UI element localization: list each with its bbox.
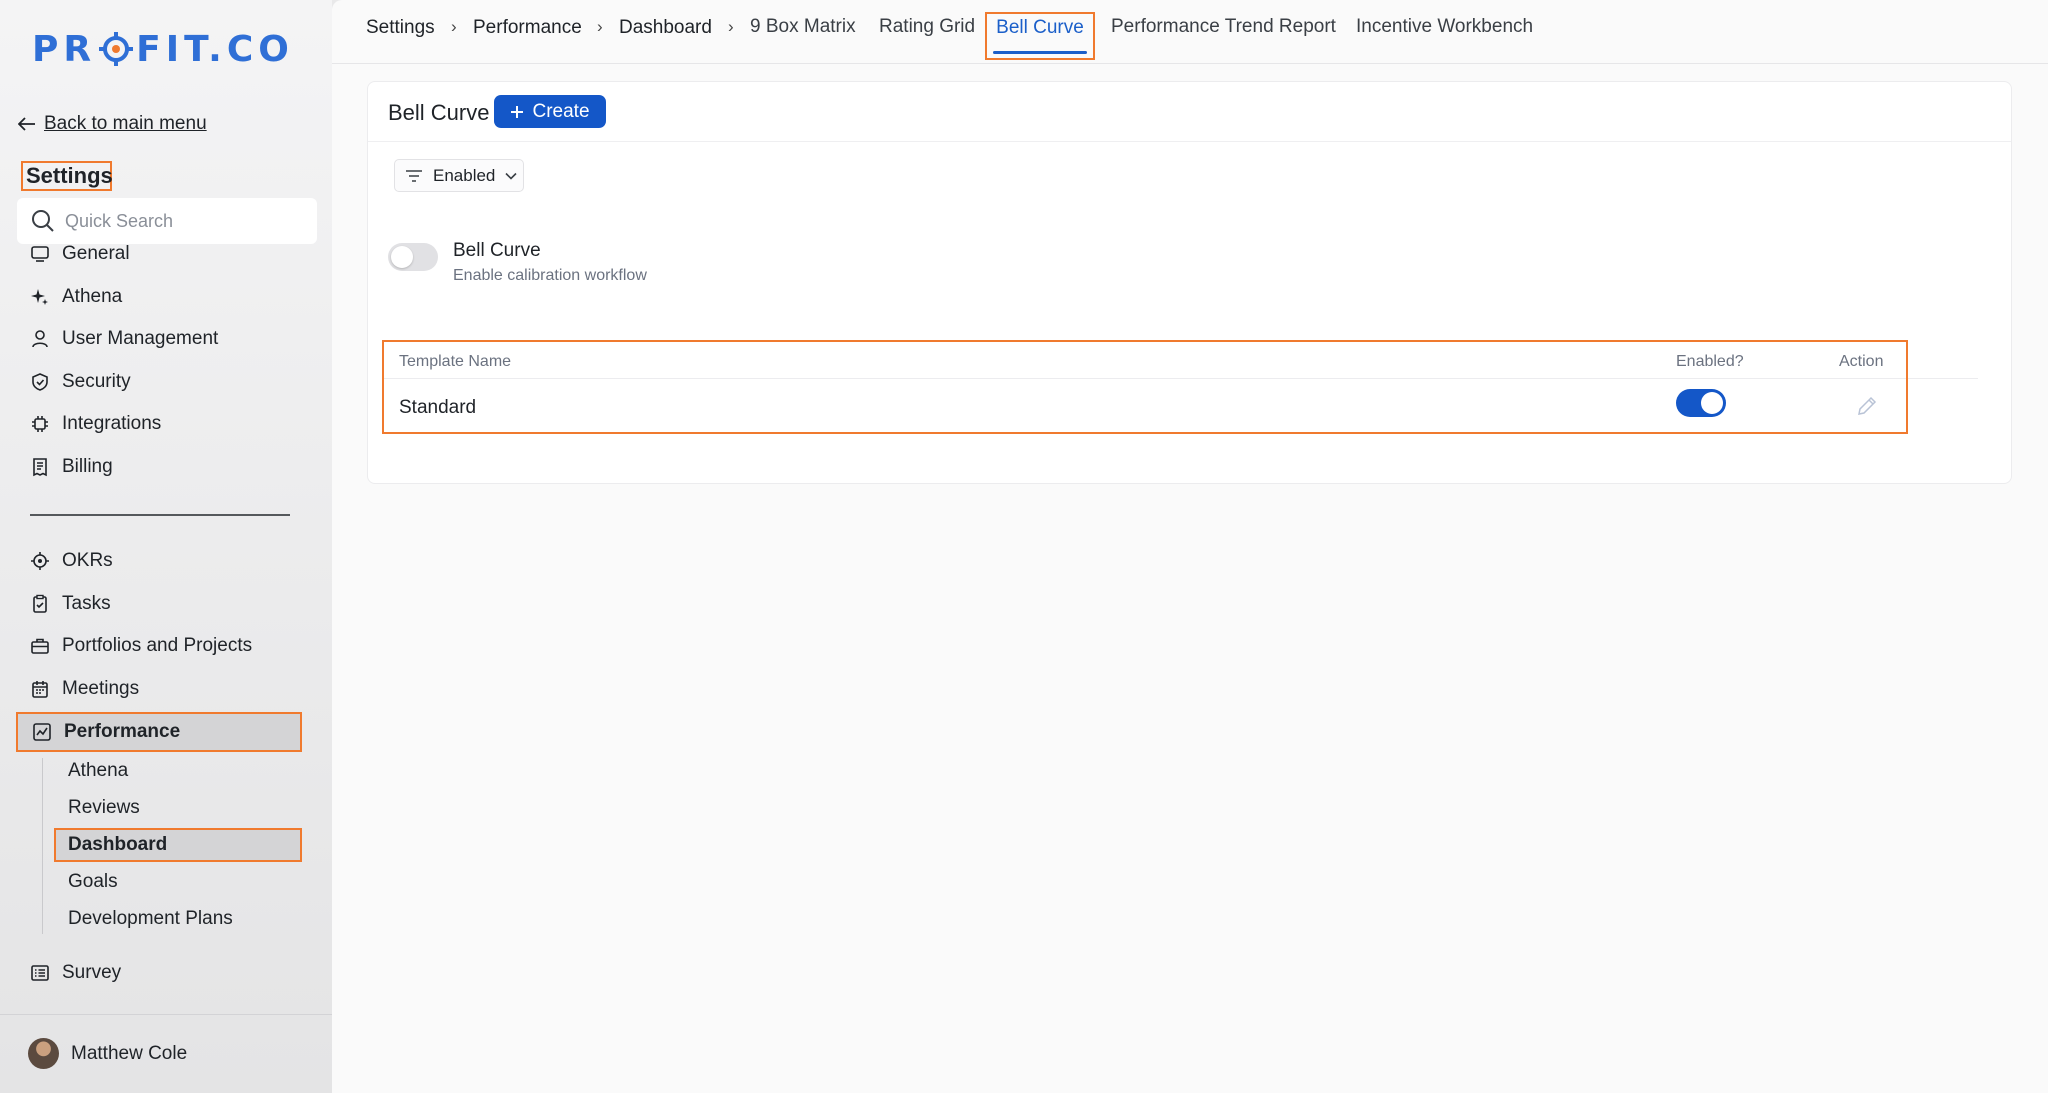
sidebar-item-athena[interactable]: Athena <box>30 283 122 311</box>
calendar-icon <box>32 681 48 698</box>
create-button[interactable]: Create <box>494 95 606 128</box>
avatar <box>28 1038 59 1069</box>
chip-icon <box>32 416 48 432</box>
sidebar-item-label: Billing <box>62 456 113 477</box>
sidebar-subitem-development-plans[interactable]: Development Plans <box>68 906 233 932</box>
sidebar-item-meetings[interactable]: Meetings <box>30 675 139 703</box>
templates-table: Template Name Enabled? Action Standard <box>382 340 1908 434</box>
shield-icon <box>32 373 48 391</box>
sidebar-divider <box>30 514 290 516</box>
breadcrumb-settings[interactable]: Settings <box>366 17 435 39</box>
chart-line-icon <box>33 723 51 741</box>
chevron-down-icon <box>505 172 517 180</box>
card-header: Bell Curve Create <box>368 82 2011 142</box>
sparkle-icon <box>31 289 48 305</box>
briefcase-icon <box>31 638 49 654</box>
sidebar-item-survey[interactable]: Survey <box>30 959 121 987</box>
search-icon <box>32 210 54 232</box>
search-input[interactable] <box>65 210 295 232</box>
list-icon <box>31 965 49 981</box>
sidebar-item-label: Security <box>62 371 131 392</box>
submenu-line <box>42 758 43 934</box>
sidebar-item-portfolios-and-projects[interactable]: Portfolios and Projects <box>30 632 252 660</box>
arrow-left-icon <box>18 117 35 131</box>
sidebar-item-label: Performance <box>64 721 181 742</box>
settings-title: Settings <box>21 161 113 191</box>
user-icon <box>32 330 48 348</box>
column-header-template-name: Template Name <box>399 353 512 370</box>
sidebar-subitem-reviews[interactable]: Reviews <box>68 795 140 821</box>
active-tab-underline <box>993 51 1087 54</box>
edit-pencil-icon[interactable] <box>1855 394 1879 418</box>
back-to-main-menu-link[interactable]: Back to main menu <box>18 113 207 135</box>
template-enabled-toggle[interactable] <box>1676 389 1726 417</box>
sidebar-item-label: Portfolios and Projects <box>62 635 253 656</box>
sidebar-item-label: OKRs <box>62 550 113 571</box>
user-name: Matthew Cole <box>71 1042 188 1064</box>
template-name-cell: Standard <box>399 397 477 418</box>
column-header-action: Action <box>1839 353 1884 370</box>
sidebar-item-label: Integrations <box>62 413 162 434</box>
bell-curve-toggle-description: Enable calibration workflow <box>453 267 647 284</box>
bell-curve-card: Bell Curve Create Enabled Bell Curve Ena… <box>367 81 2012 484</box>
sidebar-item-general[interactable]: General <box>30 240 130 268</box>
quick-search[interactable] <box>17 198 317 244</box>
tab-incentive-workbench[interactable]: Incentive Workbench <box>1356 16 1533 38</box>
tab-bell-curve[interactable]: Bell Curve <box>985 12 1095 60</box>
sidebar-subitem-goals[interactable]: Goals <box>68 869 118 895</box>
plus-icon <box>511 105 524 118</box>
tab-performance-trend-report[interactable]: Performance Trend Report <box>1111 16 1336 38</box>
user-profile[interactable]: Matthew Cole <box>28 1038 187 1069</box>
sidebar-item-label: User Management <box>62 328 219 349</box>
sidebar: PR FIT.CO Back to main menu Settings Gen… <box>0 0 332 1093</box>
breadcrumb-separator: › <box>597 17 603 36</box>
sidebar-subitem-dashboard[interactable]: Dashboard <box>54 828 302 862</box>
main-content: Settings › Performance › Dashboard › 9 B… <box>332 0 2048 1093</box>
tab-9-box-matrix[interactable]: 9 Box Matrix <box>750 16 856 38</box>
filter-label: Enabled <box>433 165 496 185</box>
sidebar-item-label: Athena <box>62 286 123 307</box>
target-icon <box>31 552 49 570</box>
sidebar-item-security[interactable]: Security <box>30 368 131 396</box>
monitor-icon <box>31 246 49 262</box>
column-header-enabled: Enabled? <box>1676 353 1744 370</box>
top-navigation: Settings › Performance › Dashboard › 9 B… <box>332 0 2048 64</box>
create-button-label: Create <box>532 100 590 122</box>
sidebar-item-integrations[interactable]: Integrations <box>30 410 161 438</box>
sidebar-item-label: General <box>62 243 130 264</box>
clipboard-check-icon <box>33 594 47 613</box>
bell-curve-toggle[interactable] <box>388 243 438 271</box>
status-filter-dropdown[interactable]: Enabled <box>394 159 524 192</box>
sidebar-item-label: Meetings <box>62 678 140 699</box>
sidebar-item-performance[interactable]: Performance <box>16 712 302 752</box>
sidebar-subitem-athena[interactable]: Athena <box>68 758 128 784</box>
breadcrumb-separator: › <box>728 17 734 36</box>
sidebar-item-label: Survey <box>62 962 122 983</box>
tab-bell-curve-label: Bell Curve <box>996 17 1084 38</box>
sidebar-item-billing[interactable]: Billing <box>30 453 113 481</box>
sidebar-item-okrs[interactable]: OKRs <box>30 547 113 575</box>
sidebar-item-label: Tasks <box>62 593 111 614</box>
logo-target-icon <box>99 32 134 66</box>
filter-icon <box>406 169 422 182</box>
tab-rating-grid[interactable]: Rating Grid <box>879 16 975 38</box>
back-link-label: Back to main menu <box>44 113 207 134</box>
card-title: Bell Curve <box>388 100 490 125</box>
breadcrumb-performance[interactable]: Performance <box>473 17 582 39</box>
bell-curve-toggle-label: Bell Curve <box>453 240 541 261</box>
breadcrumb-separator: › <box>451 17 457 36</box>
sidebar-footer-divider <box>0 1014 332 1015</box>
breadcrumb-dashboard[interactable]: Dashboard <box>619 17 712 39</box>
sidebar-item-tasks[interactable]: Tasks <box>30 590 111 618</box>
profit-co-logo[interactable]: PR FIT.CO <box>32 29 294 70</box>
sidebar-item-user-management[interactable]: User Management <box>30 325 218 353</box>
receipt-icon <box>33 458 47 477</box>
